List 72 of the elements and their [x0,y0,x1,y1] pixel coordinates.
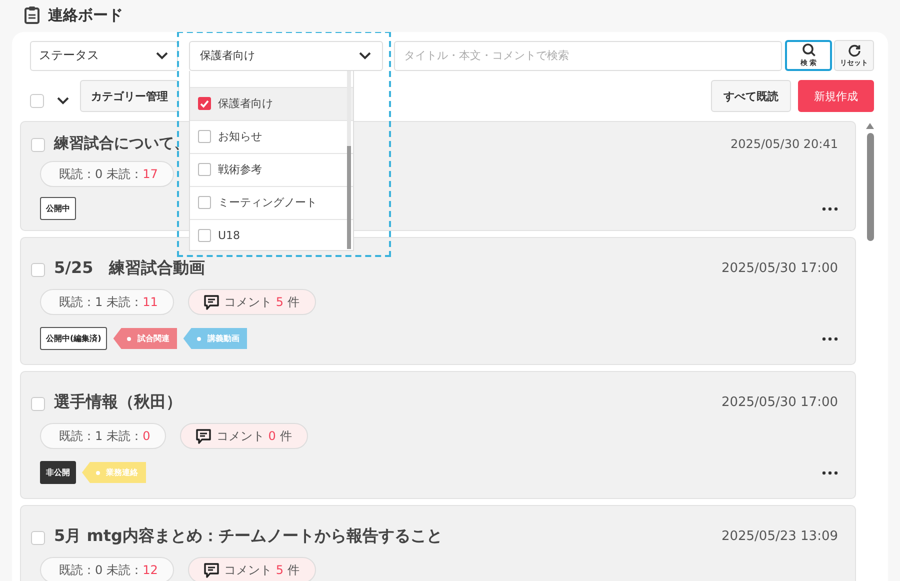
post-title: 練習試合について、 [54,134,189,153]
more-icon[interactable] [822,336,838,340]
post-date: 2025/05/23 13:09 [721,529,838,544]
chevron-icon[interactable] [56,96,70,105]
category-tag: 試合関連 [113,328,178,349]
checkbox[interactable] [31,263,45,277]
chevron-icon [155,51,169,60]
checkbox[interactable] [198,196,211,209]
comment-icon [202,562,220,578]
reset-icon [848,44,860,56]
post-date: 2025/05/30 20:41 [730,136,838,150]
status-label: 非公開 [40,461,76,484]
select-all-checkbox[interactable] [30,94,44,108]
chevron-icon [358,51,372,60]
post-card[interactable]: 5月 mtg内容まとめ：チームノートから報告すること 2025/05/23 13:09 既読：0 未読：12 コメント 5 件 [20,505,856,581]
category-select[interactable]: 保護者向け [189,40,383,70]
status-select[interactable]: ステータス [30,40,178,70]
comment-label: コメント [224,562,272,578]
unread-count: 17 [142,167,158,181]
dropdown-option[interactable]: 保護者向け [190,86,353,120]
checkbox[interactable] [198,130,211,143]
post-title: 選手情報（秋田） [54,392,182,413]
comment-unit: 件 [288,562,300,578]
comment-icon [202,294,220,310]
comment-badge[interactable]: コメント 0 件 [180,423,308,449]
status-label: 公開中 [40,197,76,220]
post-title: 5月 mtg内容まとめ：チームノートから報告すること [54,526,442,547]
unread-label: 未読： [106,166,143,182]
checkbox[interactable] [31,138,45,152]
scroll-up-icon[interactable] [866,123,874,129]
comment-badge[interactable]: コメント 5 件 [188,557,316,581]
post-date: 2025/05/30 17:00 [721,261,838,276]
comment-badge[interactable]: コメント 5 件 [188,289,316,315]
read-count: 既読：0 [59,166,103,182]
unread-count: 11 [142,295,158,309]
unread-count: 12 [142,563,158,577]
comment-icon [195,428,212,444]
comment-count: 0 [268,429,276,443]
scrollbar[interactable] [347,70,351,248]
checkbox[interactable] [198,163,211,176]
category-manage-button[interactable]: カテゴリー管理 [80,80,179,112]
read-count: 既読：1 [59,428,103,444]
unread-label: 未読： [106,428,143,444]
comment-unit: 件 [280,428,292,444]
mark-all-read-button[interactable]: すべて既読 [711,80,791,112]
post-card[interactable]: 選手情報（秋田） 2025/05/30 17:00 既読：1 未読：0 コメント 0 件 非公開 業務連絡 [20,371,856,499]
comment-count: 5 [276,563,284,577]
comment-label: コメント [224,294,272,310]
unread-label: 未読： [106,294,143,310]
comment-unit: 件 [288,294,300,310]
category-tag: 業務連絡 [82,462,146,483]
more-icon[interactable] [822,470,838,474]
page-title: 連絡ボード [48,6,123,24]
post-title: 5/25 練習試合動画 [54,258,206,279]
search-field[interactable]: タイトル・本文・コメントで検索 [394,40,782,70]
comment-count: 5 [276,295,284,309]
new-post-button[interactable]: 新規作成 [798,80,874,112]
read-count: 既読：1 [59,294,103,310]
more-icon[interactable] [822,206,838,210]
read-count: 既読：0 [59,562,103,578]
clipboard-icon [24,6,40,24]
checkbox[interactable] [31,397,45,411]
post-date: 2025/05/30 17:00 [721,395,838,410]
unread-count: 0 [142,429,150,443]
unread-label: 未読： [106,562,143,578]
checkbox[interactable] [31,531,45,545]
status-label: 公開中(編集済) [40,327,108,350]
checkbox[interactable] [198,97,211,110]
search-icon [802,43,816,57]
comment-label: コメント [216,428,264,444]
category-tag: 講義動画 [183,328,248,349]
checkbox[interactable] [198,229,211,242]
